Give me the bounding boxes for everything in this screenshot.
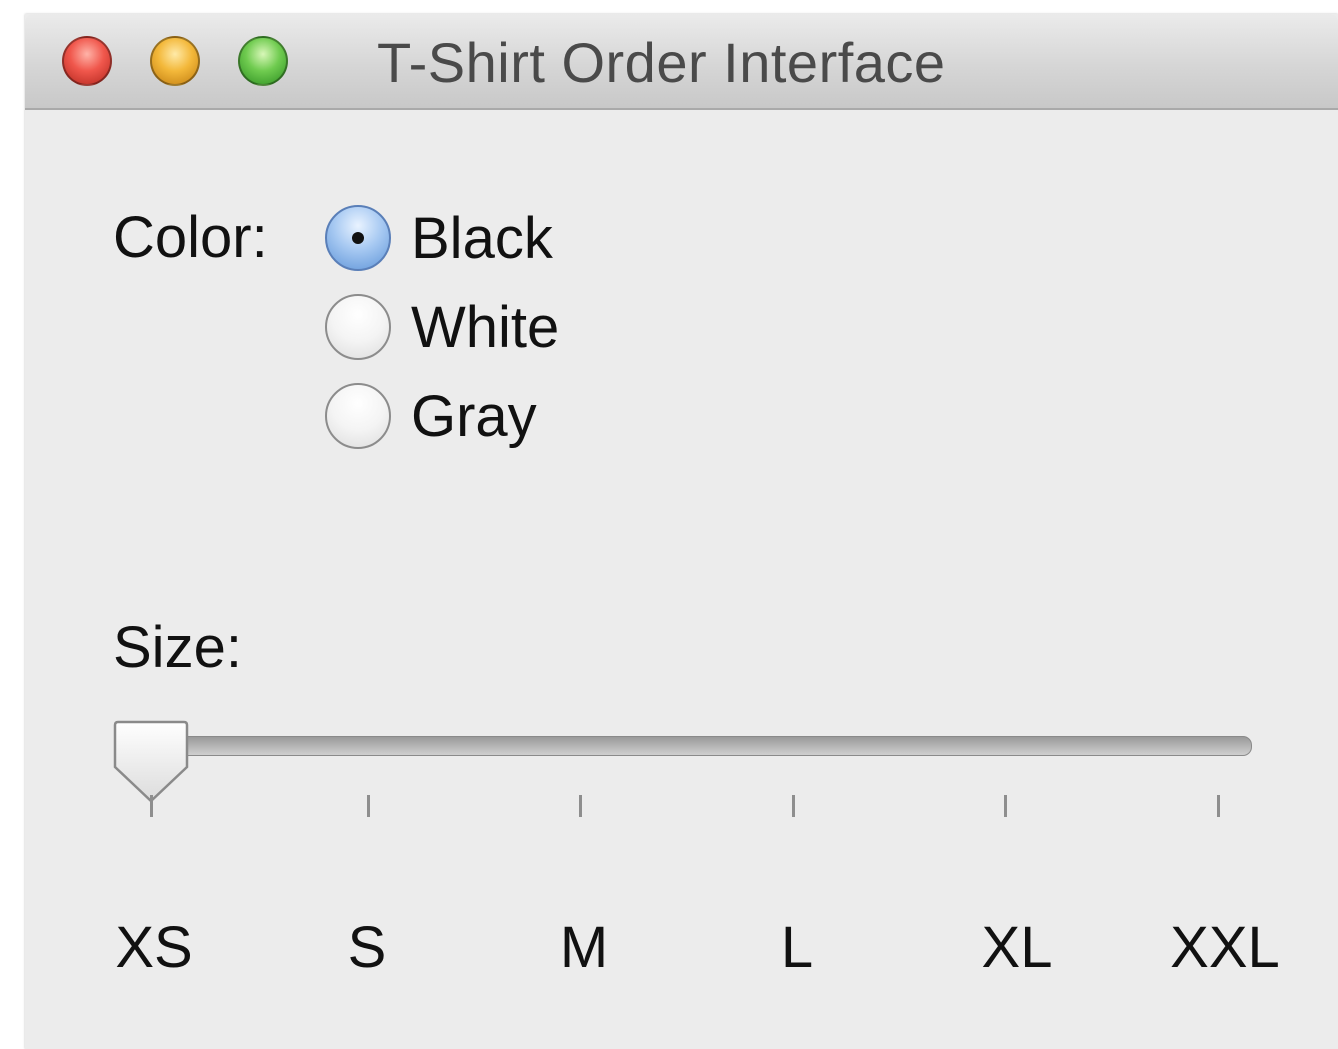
size-label-xxl: XXL xyxy=(1170,915,1280,980)
size-tick-xl xyxy=(1004,795,1007,817)
size-tick-l xyxy=(792,795,795,817)
size-slider-thumb[interactable] xyxy=(112,719,190,803)
radio-gray-button[interactable] xyxy=(325,383,391,449)
size-tick-xxl xyxy=(1217,795,1220,817)
size-label-l: L xyxy=(780,915,814,980)
size-label-s: S xyxy=(347,915,387,980)
close-icon[interactable] xyxy=(62,36,112,86)
radio-black-label: Black xyxy=(411,205,553,271)
radio-black[interactable]: Black xyxy=(325,200,553,276)
window-title: T-Shirt Order Interface xyxy=(377,31,946,94)
radio-gray[interactable]: Gray xyxy=(325,378,537,454)
radio-white[interactable]: White xyxy=(325,289,559,365)
t-shirt-order-window: T-Shirt Order Interface Color: Black Whi… xyxy=(25,14,1338,1049)
radio-gray-label: Gray xyxy=(411,383,537,449)
size-label-xl: XL xyxy=(981,915,1053,980)
minimize-icon[interactable] xyxy=(150,36,200,86)
title-bar[interactable]: T-Shirt Order Interface xyxy=(25,14,1338,110)
size-tick-s xyxy=(367,795,370,817)
radio-white-label: White xyxy=(411,294,560,360)
size-tick-m xyxy=(579,795,582,817)
size-label: Size: xyxy=(113,615,242,680)
radio-white-button[interactable] xyxy=(325,294,391,360)
size-tick-xs xyxy=(150,795,153,817)
radio-black-button[interactable] xyxy=(325,205,391,271)
size-slider-track[interactable] xyxy=(140,736,1252,756)
color-label: Color: xyxy=(113,205,268,270)
zoom-icon[interactable] xyxy=(238,36,288,86)
size-label-m: M xyxy=(559,915,609,980)
size-label-xs: XS xyxy=(115,915,193,980)
